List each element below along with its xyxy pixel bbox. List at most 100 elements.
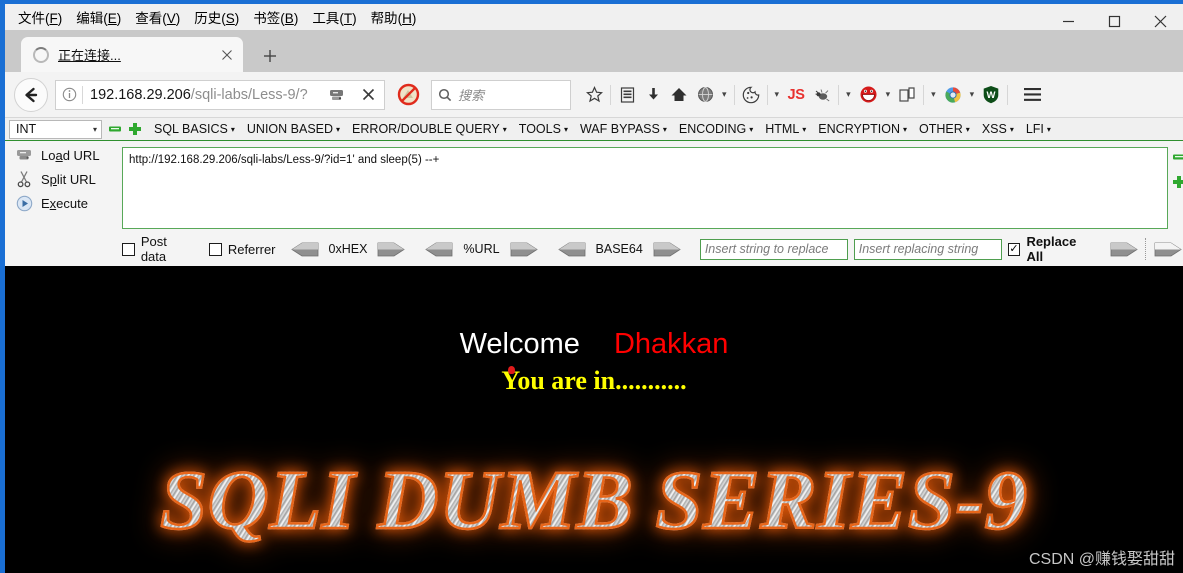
hackbar-menu-error-double-query[interactable]: ERROR/DOUBLE QUERY ▾ (352, 122, 507, 136)
hackbar-menu-waf-bypass[interactable]: WAF BYPASS ▾ (580, 122, 667, 136)
menu-label: ENCRYPTION (818, 122, 901, 136)
load-url-icon (13, 147, 35, 163)
replace-apply-all-button[interactable] (1153, 241, 1183, 258)
base64-label: BASE64 (595, 242, 643, 256)
tab-close-icon[interactable] (217, 45, 237, 65)
execute-button[interactable]: Execute (5, 191, 118, 215)
menu-file[interactable]: 文件(F) (11, 5, 69, 29)
tab-active[interactable]: 正在连接... (21, 37, 243, 72)
menu-view[interactable]: 查看(V) (128, 5, 187, 29)
referrer-label: Referrer (227, 241, 276, 257)
chevron-down-icon: ▾ (1046, 124, 1051, 134)
status-label: You are in........... (501, 366, 687, 395)
home-icon[interactable] (666, 79, 692, 111)
replace-all-option[interactable]: ✓ Replace All (1007, 234, 1095, 264)
replace-all-label: Replace All (1026, 234, 1077, 264)
add-line-button[interactable] (1171, 174, 1183, 189)
hackbar-menu-union-based[interactable]: UNION BASED ▾ (247, 122, 340, 136)
chevron-down-icon: ▾ (502, 124, 507, 134)
hackbar-menu-xss[interactable]: XSS ▾ (982, 122, 1014, 136)
replace-string-input[interactable]: Insert replacing string (853, 238, 1002, 260)
split-url-label: Split URL (41, 171, 96, 187)
navigation-toolbar: 192.168.29.206/sqli-labs/Less-9/? 搜索 ▾ ▾… (5, 72, 1183, 118)
menu-bookmarks[interactable]: 书签(B) (246, 5, 305, 29)
bug-dropdown-caret-icon[interactable]: ▾ (842, 89, 855, 100)
menu-label: SQL BASICS (154, 122, 228, 136)
referrer-option[interactable]: Referrer (208, 241, 276, 257)
hackbar-menu-encryption[interactable]: ENCRYPTION ▾ (818, 122, 907, 136)
back-button[interactable] (14, 77, 48, 112)
post-data-checkbox[interactable] (122, 242, 135, 256)
stop-loading-icon[interactable] (352, 81, 384, 109)
url-bar[interactable]: 192.168.29.206/sqli-labs/Less-9/? (55, 79, 385, 110)
url-encode-button[interactable] (509, 241, 539, 258)
browser-globe-dropdown-caret-icon[interactable]: ▾ (966, 89, 979, 100)
menu-edit[interactable]: 编辑(E) (69, 5, 128, 29)
menu-tools-accel: T (343, 11, 353, 26)
search-string-input[interactable]: Insert string to replace (699, 238, 848, 260)
remove-line-button[interactable] (1171, 149, 1183, 164)
menu-hamburger-icon[interactable] (1019, 79, 1046, 111)
user-label: Dhakkan (613, 328, 729, 360)
execute-label: Execute (41, 195, 88, 211)
plus-button[interactable] (127, 122, 142, 137)
split-url-button[interactable]: Split URL (5, 167, 118, 191)
cookie-manager-icon[interactable] (738, 79, 764, 111)
hackbar-menu-lfi[interactable]: LFI ▾ (1026, 122, 1051, 136)
hex-encode-button[interactable] (376, 241, 406, 258)
downloads-icon[interactable] (640, 79, 666, 111)
minus-button[interactable] (107, 122, 122, 137)
hackbar-panel: Load URL Split URL Execute http://192.16… (5, 140, 1183, 266)
library-icon[interactable] (614, 79, 640, 111)
javascript-toggle-icon[interactable]: JS (783, 79, 809, 111)
cookie-dropdown-caret-icon[interactable]: ▾ (771, 89, 784, 100)
chevron-down-icon: ▾ (965, 124, 970, 134)
page-content: Welcome Dhakkan You are in........... SQ… (5, 266, 1183, 573)
injection-type-select[interactable]: INT ▾ (9, 119, 102, 139)
svg-text:W: W (987, 90, 996, 101)
hackbar-menu-html[interactable]: HTML ▾ (765, 122, 806, 136)
base64-decode-button[interactable] (557, 241, 587, 258)
new-tab-button[interactable] (257, 44, 283, 68)
browser-globe-icon[interactable] (940, 79, 966, 111)
hackbar-dropdown-caret-icon[interactable]: ▾ (882, 89, 895, 100)
chevron-down-icon: ▾ (1009, 124, 1014, 134)
copy-dropdown-caret-icon[interactable]: ▾ (927, 89, 940, 100)
menu-label: UNION BASED (246, 122, 334, 136)
copy-page-icon[interactable] (894, 79, 920, 111)
load-url-button[interactable]: Load URL (5, 143, 118, 167)
post-data-option[interactable]: Post data (122, 234, 195, 264)
browser-window: 文件(F) 编辑(E) 查看(V) 历史(S) 书签(B) 工具(T) 帮助(H… (0, 0, 1183, 573)
menu-history[interactable]: 历史(S) (187, 5, 246, 29)
noscript-blocked-icon[interactable] (391, 83, 425, 106)
base64-encode-button[interactable] (652, 241, 682, 258)
referrer-checkbox[interactable] (208, 242, 222, 256)
request-textarea[interactable]: http://192.168.29.206/sqli-labs/Less-9/?… (122, 147, 1168, 229)
info-circle-icon[interactable] (56, 87, 82, 102)
hackbar-menu-sql-basics[interactable]: SQL BASICS ▾ (154, 122, 235, 136)
hackbar-menu-other[interactable]: OTHER ▾ (919, 122, 970, 136)
chevron-down-icon: ▾ (749, 124, 754, 134)
toolbar-divider (733, 84, 735, 105)
hex-decode-button[interactable] (290, 241, 320, 258)
menu-label: TOOLS (518, 122, 561, 136)
bookmark-star-icon[interactable] (581, 79, 607, 111)
globe-icon[interactable] (692, 79, 718, 111)
hackbar-menu-encoding[interactable]: ENCODING ▾ (679, 122, 753, 136)
chevron-down-icon: ▾ (662, 124, 667, 134)
replace-string-placeholder: Insert replacing string (858, 242, 979, 256)
bug-icon[interactable] (809, 79, 835, 111)
adblock-shield-icon[interactable]: W (978, 79, 1004, 111)
hackbar-menu-tools[interactable]: TOOLS ▾ (519, 122, 568, 136)
url-text[interactable]: 192.168.29.206/sqli-labs/Less-9/? (83, 87, 320, 103)
globe-dropdown-caret-icon[interactable]: ▾ (718, 89, 731, 100)
url-decode-button[interactable] (424, 241, 454, 258)
reader-view-icon[interactable] (320, 81, 352, 109)
replace-apply-button[interactable] (1109, 241, 1139, 258)
menu-tools[interactable]: 工具(T) (305, 5, 363, 29)
hackbar-icon[interactable] (855, 79, 882, 111)
replace-all-checkbox[interactable]: ✓ (1007, 242, 1021, 256)
menu-bookmarks-accel: B (284, 11, 294, 26)
menu-help[interactable]: 帮助(H) (364, 5, 424, 29)
search-field[interactable]: 搜索 (431, 79, 571, 110)
